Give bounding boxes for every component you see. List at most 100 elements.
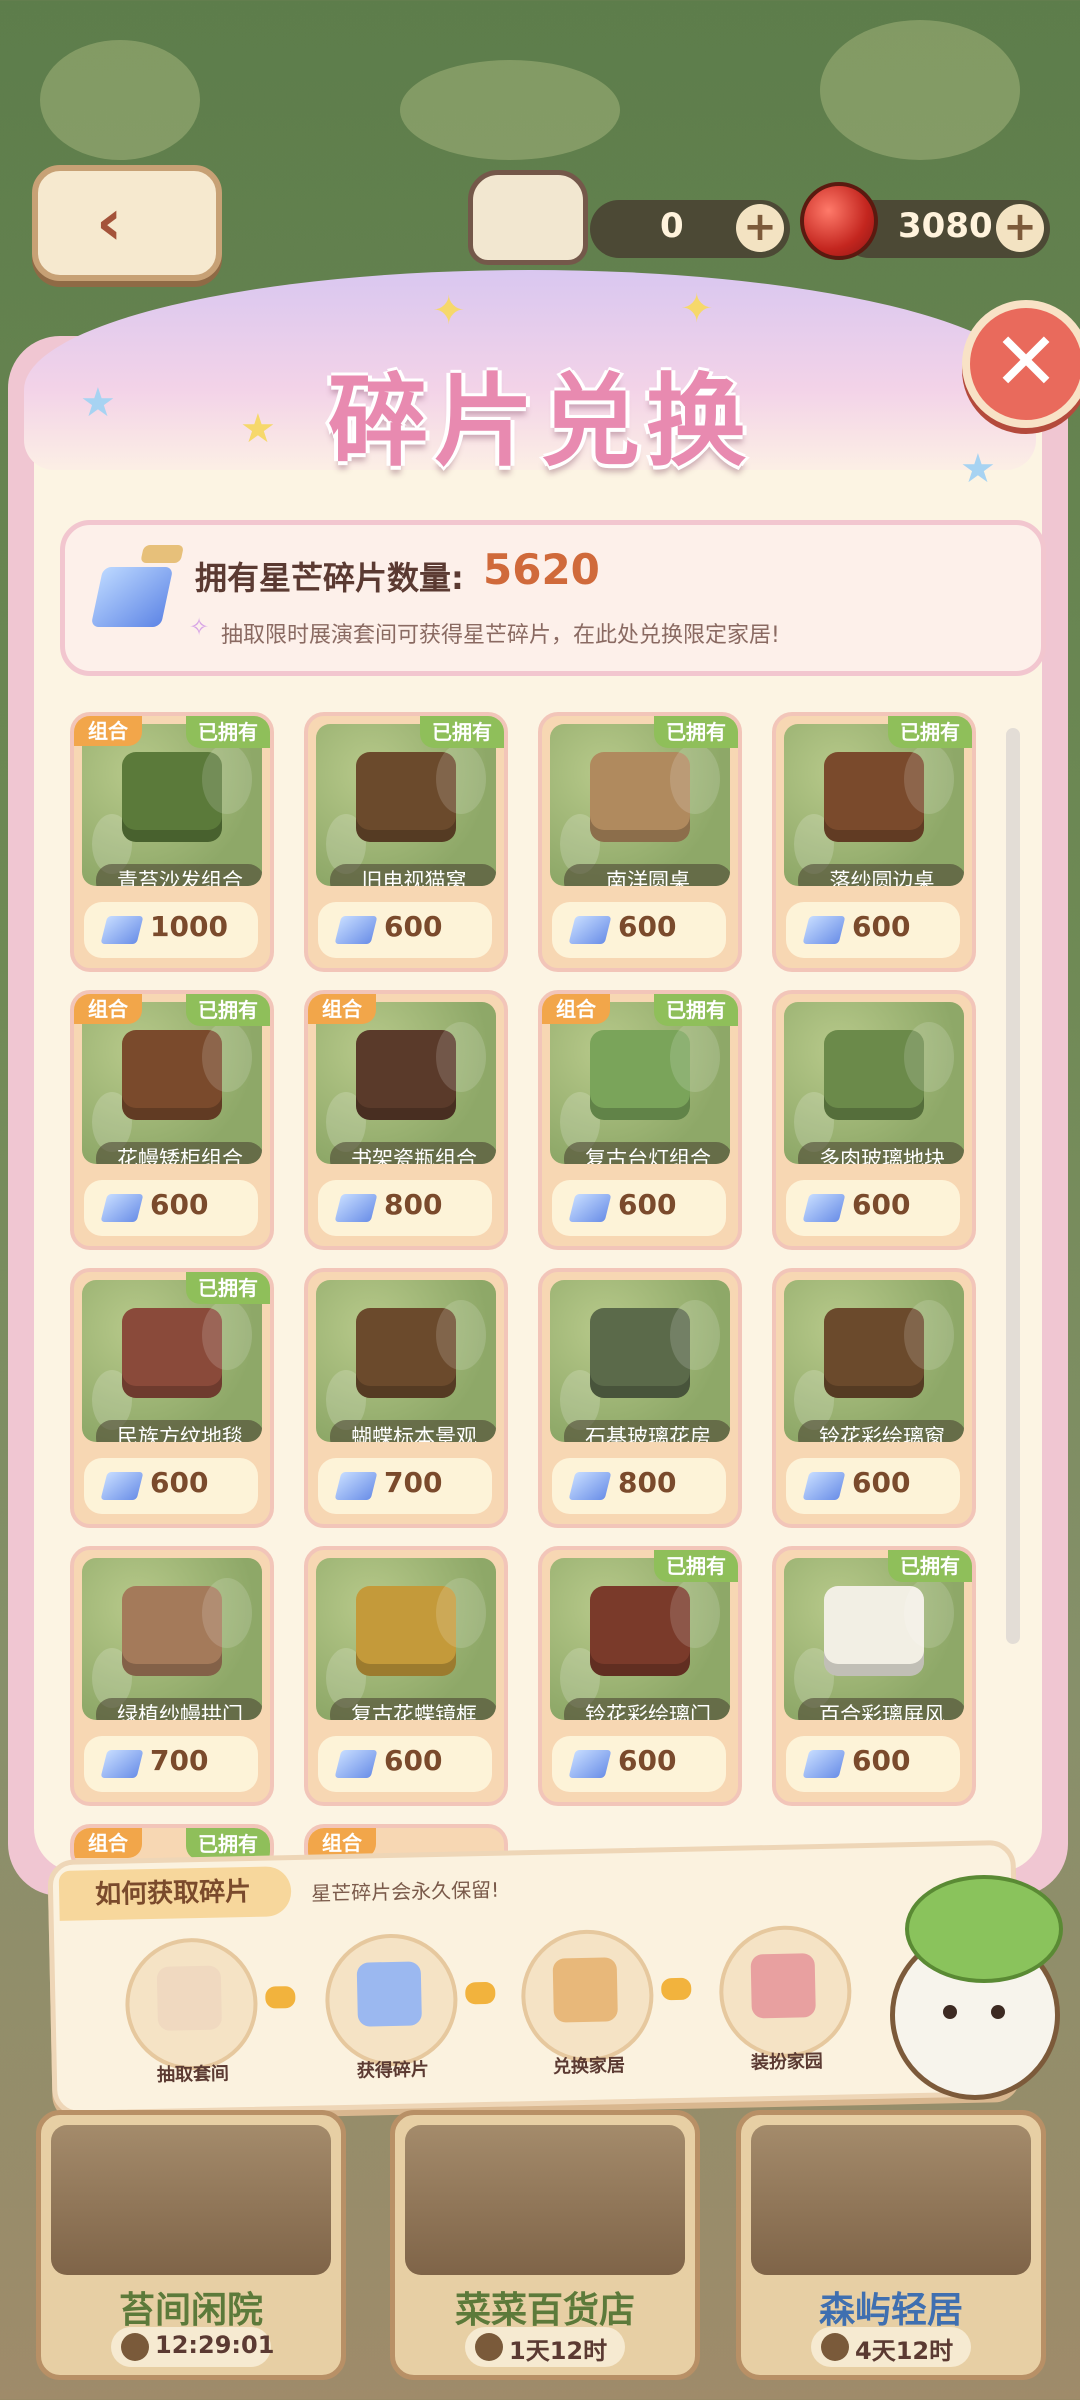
item-name: 青苔沙发组合 — [96, 864, 262, 886]
shop-card[interactable]: 菜菜百货店 1天12时 — [390, 2110, 700, 2380]
item-name: 绿植纱幔拱门 — [96, 1698, 262, 1720]
price-value: 600 — [384, 910, 443, 943]
item-name: 落纱圆边桌 — [798, 864, 964, 886]
star-fragment-icon — [568, 1750, 612, 1778]
item-card[interactable]: 多肉玻璃地块 600 — [772, 990, 976, 1250]
fragment-hint-text: 抽取限时展演套间可获得星芒碎片，在此处兑换限定家居! — [221, 623, 780, 648]
item-card[interactable]: 复古台灯组合 组合 已拥有 600 — [538, 990, 742, 1250]
star-fragment-icon — [802, 1750, 846, 1778]
item-card[interactable]: 铃花彩绘璃门 已拥有 600 — [538, 1546, 742, 1806]
item-card[interactable]: 落纱圆边桌 已拥有 600 — [772, 712, 976, 972]
exchange-price-button[interactable]: 600 — [786, 1180, 960, 1236]
owned-badge: 已拥有 — [186, 716, 270, 748]
item-card[interactable]: 书架瓷瓶组合 组合 800 — [304, 990, 508, 1250]
shop-name: 菜菜百货店 — [454, 2290, 635, 2331]
item-card[interactable]: 绿植纱幔拱门 700 — [70, 1546, 274, 1806]
currency-bar-furniture: 0 + — [590, 200, 790, 258]
star-fragment-icon — [100, 1472, 144, 1500]
clock-icon — [475, 2333, 503, 2361]
price-value: 1000 — [150, 910, 228, 943]
scrollbar[interactable] — [1006, 728, 1020, 1644]
guide-note: 星芒碎片会永久保留! — [310, 1877, 500, 1906]
exchange-price-button[interactable]: 600 — [318, 1736, 492, 1792]
item-thumbnail: 民族方纹地毯 — [82, 1280, 262, 1442]
item-name: 铃花彩绘璃窗 — [798, 1420, 964, 1442]
item-card[interactable]: 石基玻璃花房 800 — [538, 1268, 742, 1528]
owned-badge: 已拥有 — [186, 994, 270, 1026]
cherry-icon — [800, 182, 878, 260]
price-value: 600 — [852, 910, 911, 943]
exchange-price-button[interactable]: 800 — [318, 1180, 492, 1236]
guide-step: 兑换家居 — [520, 1928, 655, 2078]
close-icon: ✕ — [992, 315, 1060, 408]
exchange-price-button[interactable]: 600 — [552, 1180, 726, 1236]
furniture-icon — [590, 1308, 690, 1398]
owned-badge: 已拥有 — [420, 716, 504, 748]
furniture-icon — [356, 752, 456, 842]
star-fragment-icon — [802, 1472, 846, 1500]
item-name: 民族方纹地毯 — [96, 1420, 262, 1442]
close-button[interactable]: ✕ — [962, 300, 1080, 428]
furniture-icon — [824, 752, 924, 842]
shop-card[interactable]: 森屿轻居 4天12时 — [736, 2110, 1046, 2380]
exchange-price-button[interactable]: 600 — [84, 1458, 258, 1514]
price-value: 600 — [618, 910, 677, 943]
exchange-price-button[interactable]: 600 — [552, 902, 726, 958]
star-icon: ★ — [240, 406, 276, 452]
exchange-price-button[interactable]: 800 — [552, 1458, 726, 1514]
item-name: 铃花彩绘璃门 — [564, 1698, 730, 1720]
background-leaf — [40, 40, 200, 160]
exchange-price-button[interactable]: 1000 — [84, 902, 258, 958]
back-button[interactable]: ‹ — [32, 165, 222, 281]
item-thumbnail: 复古花蝶镜框 — [316, 1558, 496, 1720]
guide-step-icon — [356, 1961, 422, 2027]
price-value: 600 — [150, 1466, 209, 1499]
furniture-icon — [590, 1586, 690, 1676]
item-card[interactable]: 旧电视猫窝 已拥有 600 — [304, 712, 508, 972]
exchange-price-button[interactable]: 700 — [84, 1736, 258, 1792]
item-thumbnail: 铃花彩绘璃窗 — [784, 1280, 964, 1442]
item-name: 石基玻璃花房 — [564, 1420, 730, 1442]
item-thumbnail: 书架瓷瓶组合 — [316, 1002, 496, 1164]
item-name: 南洋圆桌 — [564, 864, 730, 886]
item-card[interactable]: 民族方纹地毯 已拥有 600 — [70, 1268, 274, 1528]
item-card[interactable]: 花幔矮柜组合 组合 已拥有 600 — [70, 990, 274, 1250]
shop-timer: 12:29:01 — [111, 2327, 274, 2367]
guide-step-icon — [156, 1965, 223, 2031]
item-card[interactable]: 南洋圆桌 已拥有 600 — [538, 712, 742, 972]
item-thumbnail: 铃花彩绘璃门 — [550, 1558, 730, 1720]
item-thumbnail: 蝴蝶标本景观 — [316, 1280, 496, 1442]
guide-step-label: 抽取套间 — [156, 2063, 230, 2086]
star-fragment-icon — [100, 1750, 144, 1778]
furniture-icon — [356, 1030, 456, 1120]
item-card[interactable]: 铃花彩绘璃窗 600 — [772, 1268, 976, 1528]
shop-time-remaining: 4天12时 — [855, 2337, 954, 2365]
fragment-count-label: 拥有星芒碎片数量: — [195, 559, 464, 597]
item-card[interactable]: 复古花蝶镜框 600 — [304, 1546, 508, 1806]
furniture-icon — [356, 1308, 456, 1398]
star-fragment-icon — [802, 1194, 846, 1222]
item-card[interactable]: 青苔沙发组合 组合 已拥有 1000 — [70, 712, 274, 972]
exchange-price-button[interactable]: 600 — [318, 902, 492, 958]
add-currency-button[interactable]: + — [736, 204, 784, 252]
background-leaf — [400, 60, 620, 160]
price-value: 600 — [852, 1466, 911, 1499]
chevron-left-icon: ‹ — [96, 186, 123, 260]
shop-scene-image — [751, 2125, 1031, 2275]
exchange-price-button[interactable]: 700 — [318, 1458, 492, 1514]
add-currency-button[interactable]: + — [996, 204, 1044, 252]
item-card[interactable]: 蝴蝶标本景观 700 — [304, 1268, 508, 1528]
clock-icon — [821, 2333, 849, 2361]
exchange-price-button[interactable]: 600 — [786, 902, 960, 958]
item-thumbnail: 南洋圆桌 — [550, 724, 730, 886]
exchange-price-button[interactable]: 600 — [786, 1736, 960, 1792]
star-fragment-icon — [568, 916, 612, 944]
item-card[interactable]: 百合彩璃屏风 已拥有 600 — [772, 1546, 976, 1806]
item-name: 书架瓷瓶组合 — [330, 1142, 496, 1164]
shop-card[interactable]: 苔间闲院 12:29:01 — [36, 2110, 346, 2380]
exchange-price-button[interactable]: 600 — [786, 1458, 960, 1514]
exchange-price-button[interactable]: 600 — [84, 1180, 258, 1236]
star-icon: ★ — [960, 446, 996, 492]
exchange-price-button[interactable]: 600 — [552, 1736, 726, 1792]
guide-step: 获得碎片 — [324, 1932, 459, 2082]
